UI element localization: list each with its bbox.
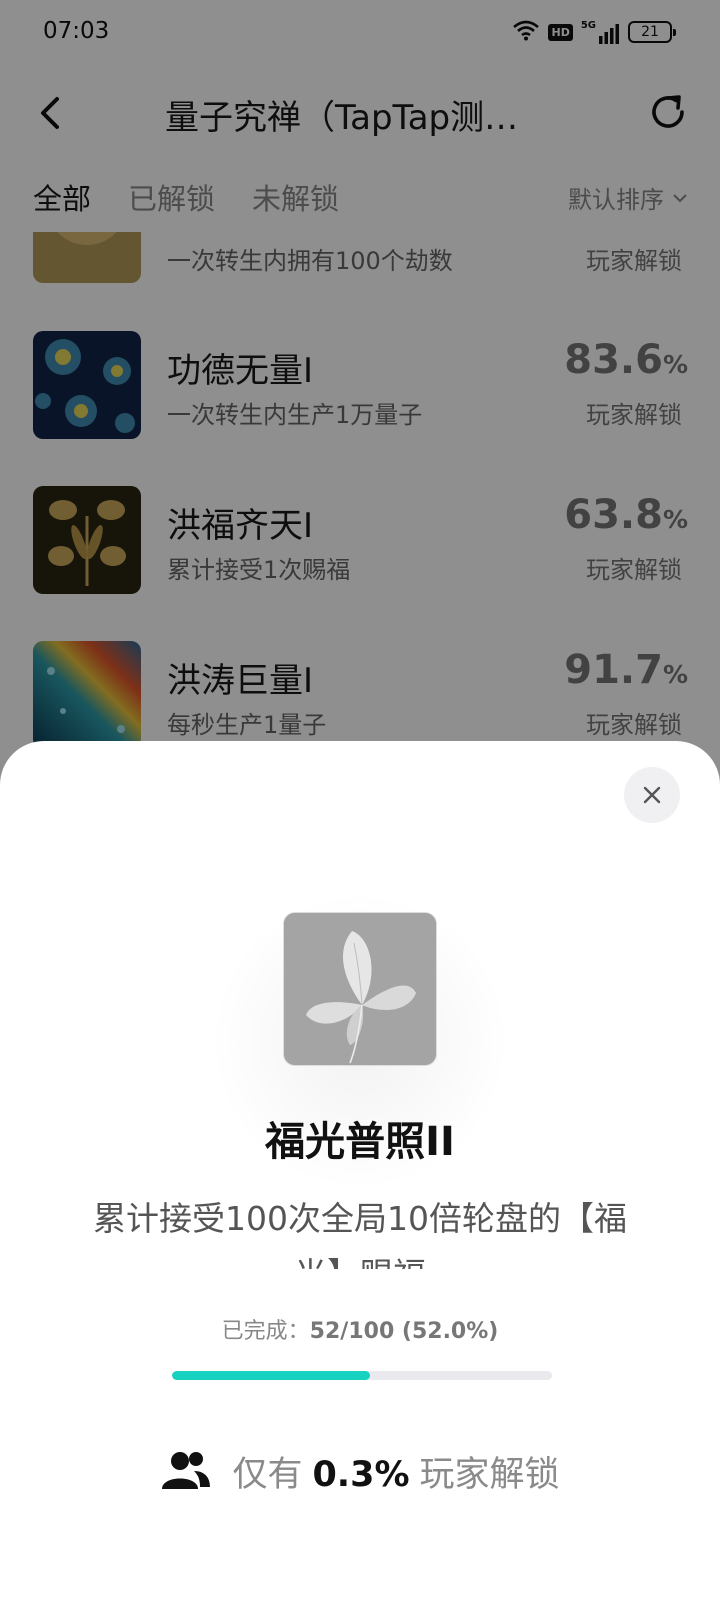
achievement-detail-sheet: 福光普照II 累计接受100次全局10倍轮盘的【福光】赐福 已完成：52/100… [0,741,720,1612]
progress-label: 已完成：52/100 (52.0%) [221,1319,499,1344]
achievement-description-box: 累计接受100次全局10倍轮盘的【福光】赐福 [70,1191,650,1269]
progress-fill [172,1371,370,1380]
achievement-icon [283,912,437,1066]
users-icon [162,1452,211,1489]
close-button[interactable] [624,767,680,823]
progress-bar [172,1371,552,1380]
achievement-description: 累计接受100次全局10倍轮盘的【福光】赐福 [93,1199,627,1269]
players-text: 仅有 0.3% 玩家解锁 [232,1454,560,1495]
players-unlocked: 仅有 0.3% 玩家解锁 [0,1441,720,1501]
close-icon [643,786,661,804]
achievement-title: 福光普照II [265,1119,455,1165]
players-percent: 0.3% [312,1454,410,1495]
